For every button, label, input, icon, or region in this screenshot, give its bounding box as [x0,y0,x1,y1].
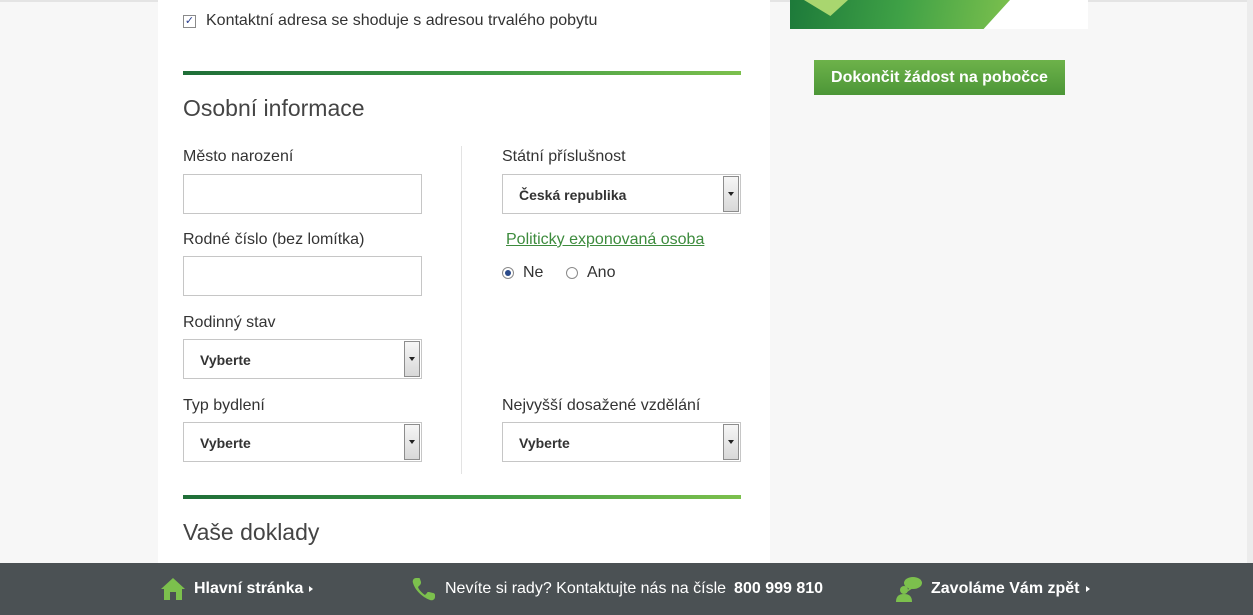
help-text: Nevíte si rady? Kontaktujte nás na čísle [445,580,727,597]
section-divider [183,495,741,499]
pep-radio-no-button[interactable] [502,267,514,279]
scrollbar-track[interactable] [1247,0,1253,563]
phone-number: 800 999 810 [734,580,824,597]
finish-at-branch-button[interactable]: Dokončit žádost na pobočce [814,60,1065,95]
birth-number-input[interactable] [183,256,422,296]
home-icon [161,578,185,600]
housing-type-label: Typ bydlení [183,397,265,414]
footer-bar: Hlavní stránka Nevíte si rady? Kontaktuj… [0,563,1253,615]
citizenship-select[interactable]: Česká republika [502,174,741,214]
home-label: Hlavní stránka [194,580,304,597]
education-label: Nejvyšší dosažené vzdělání [502,397,701,414]
footer-callback-link[interactable]: Zavoláme Vám zpět [895,563,1090,615]
chevron-down-icon[interactable] [404,341,420,377]
contact-address-label: Kontaktní adresa se shoduje s adresou tr… [206,12,598,29]
marital-status-label: Rodinný stav [183,314,276,331]
chat-person-icon [896,577,922,602]
birth-number-label: Rodné číslo (bez lomítka) [183,231,365,248]
promo-banner [790,0,1088,29]
chevron-down-icon[interactable] [723,176,739,212]
footer-home-link[interactable]: Hlavní stránka [160,563,314,615]
marital-status-select[interactable]: Vyberte [183,339,422,379]
pep-radio-no-label: Ne [523,264,544,281]
housing-type-value: Vyberte [200,435,251,451]
housing-type-select[interactable]: Vyberte [183,422,422,462]
section-divider [183,71,741,75]
contact-address-checkbox[interactable]: ✓ [183,14,196,28]
footer-help: Nevíte si rady? Kontaktujte nás na čísle… [411,563,823,615]
chevron-right-icon [1085,586,1090,592]
pep-info-link[interactable]: Politicky exponovaná osoba [506,231,704,249]
contact-address-checkbox-row[interactable]: ✓ Kontaktní adresa se shoduje s adresou … [183,12,597,30]
citizenship-value: Česká republika [519,187,627,203]
phone-icon [412,578,435,601]
education-select[interactable]: Vyberte [502,422,741,462]
citizenship-label: Státní příslušnost [502,148,626,165]
column-divider [461,146,462,474]
callback-label: Zavoláme Vám zpět [931,580,1080,597]
personal-info-title: Osobní informace [183,95,365,121]
pep-radio-yes-label: Ano [587,264,616,281]
application-form-panel: ✓ Kontaktní adresa se shoduje s adresou … [158,0,770,563]
education-value: Vyberte [519,435,570,451]
chevron-down-icon[interactable] [723,424,739,460]
pep-radio-yes-button[interactable] [566,267,578,279]
chevron-down-icon[interactable] [404,424,420,460]
documents-title: Vaše doklady [183,519,320,545]
pep-radio-no[interactable]: Ne [502,264,543,282]
chevron-right-icon [309,586,314,592]
birthplace-input[interactable] [183,174,422,214]
pep-radio-yes[interactable]: Ano [566,264,615,282]
marital-status-value: Vyberte [200,352,251,368]
birthplace-label: Město narození [183,148,294,165]
